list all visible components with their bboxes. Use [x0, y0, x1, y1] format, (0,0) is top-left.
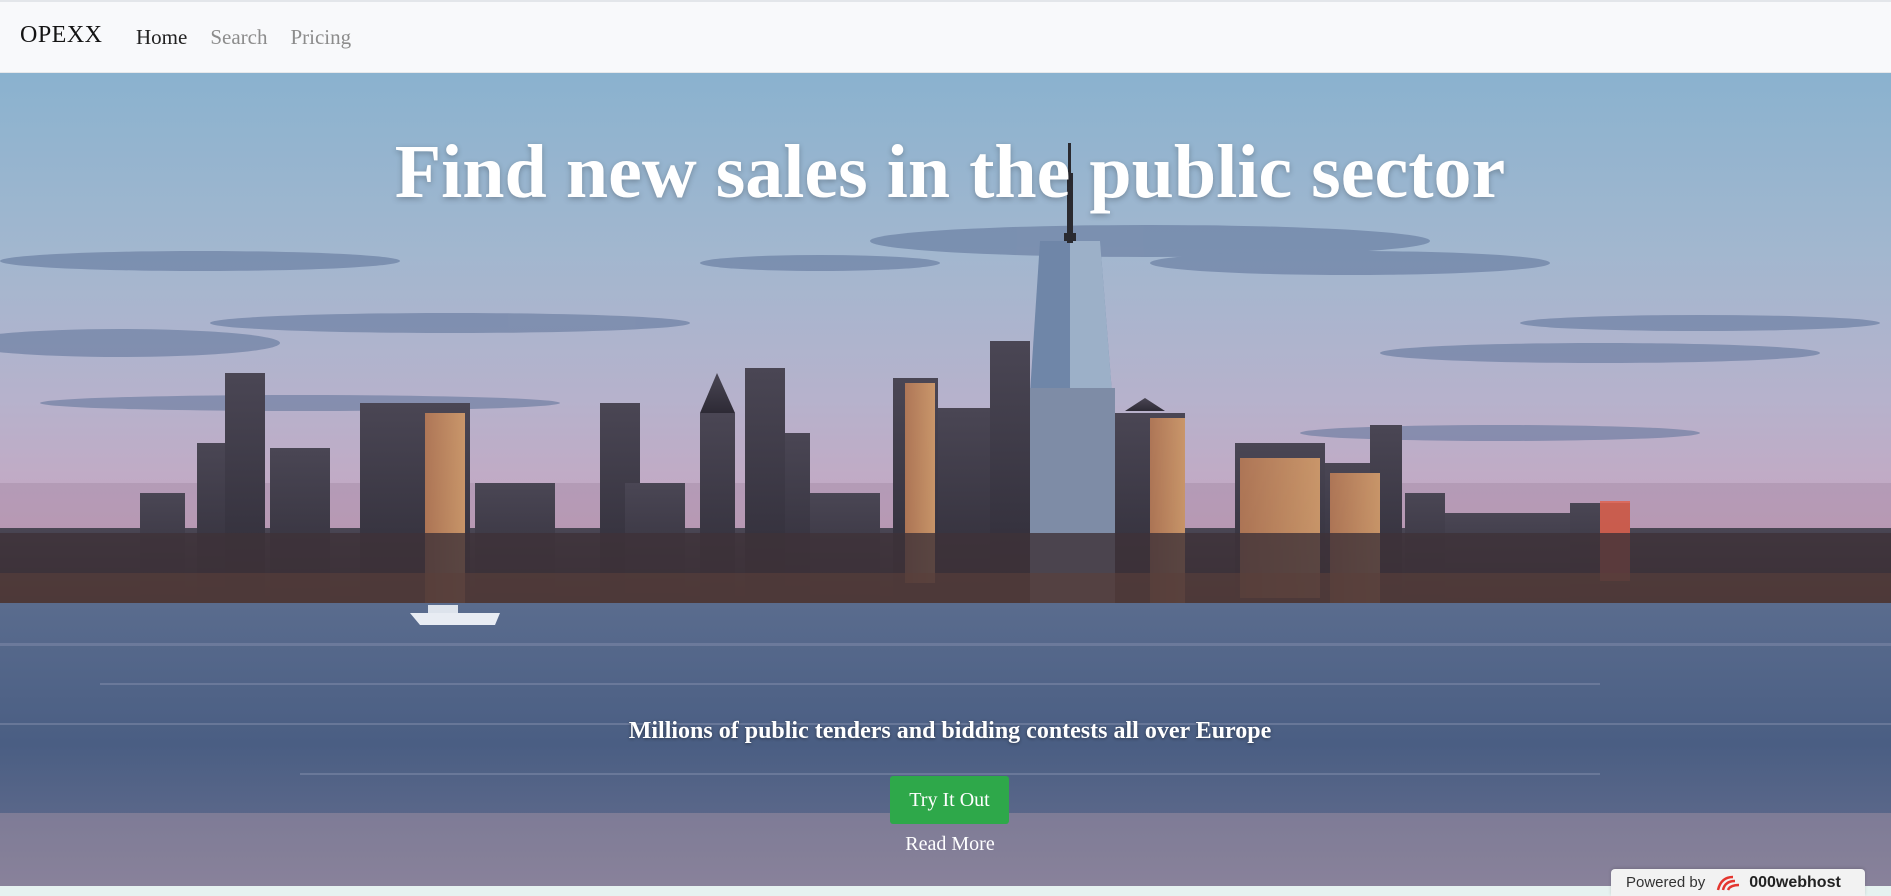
- webhost-logo-icon: [1715, 874, 1745, 892]
- nav-link-search[interactable]: Search: [210, 25, 267, 50]
- powered-by-label: Powered by: [1626, 874, 1706, 891]
- nav-link-pricing[interactable]: Pricing: [290, 25, 351, 50]
- navbar: OPEXX Home Search Pricing: [0, 2, 1891, 73]
- hero-subtitle: Millions of public tenders and bidding c…: [628, 718, 1272, 744]
- try-it-out-button[interactable]: Try It Out: [890, 776, 1009, 824]
- powered-by-brand: 000webhost: [1749, 873, 1841, 891]
- bottom-strip: [0, 886, 1891, 896]
- read-more-link: Read More: [0, 833, 1891, 856]
- brand-logo[interactable]: OPEXX: [20, 22, 103, 49]
- nav-links: Home Search Pricing: [136, 25, 374, 50]
- nav-link-home[interactable]: Home: [136, 25, 187, 50]
- read-more-label[interactable]: Read More: [905, 833, 994, 855]
- hero-section: Find new sales in the public sector Mill…: [0, 73, 1891, 886]
- powered-by-badge[interactable]: Powered by 000webhost: [1611, 869, 1865, 896]
- hero-title: Find new sales in the public sector: [394, 130, 1506, 214]
